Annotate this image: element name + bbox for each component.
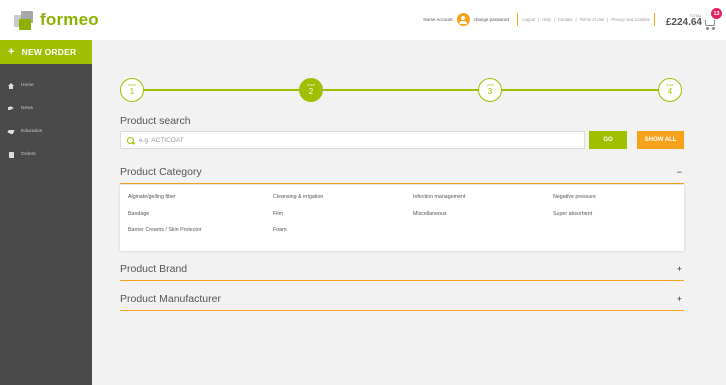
steps-connector — [132, 89, 672, 91]
link-separator: | — [553, 17, 556, 22]
order-steps: STEP 1 STEP 2 STEP 3 STEP 4 — [120, 78, 684, 102]
category-item[interactable]: Cleansing & irrigation — [273, 194, 413, 211]
step-number: 3 — [487, 87, 493, 96]
user-avatar-icon[interactable] — [456, 13, 470, 26]
cart-icon[interactable] — [703, 18, 717, 30]
contact-link[interactable]: Contact — [558, 17, 572, 22]
sidebar-item-home[interactable]: Home — [0, 74, 92, 97]
search-icon — [127, 136, 134, 144]
sidebar-item-label: Education — [21, 129, 43, 134]
link-separator: | — [575, 17, 577, 22]
home-icon — [8, 82, 14, 89]
sidebar-item-label: News — [21, 106, 33, 111]
divider — [654, 13, 655, 26]
category-item[interactable]: Barrier Creams / Skin Protector — [128, 227, 273, 244]
plus-icon: + — [8, 46, 15, 58]
sidebar-item-label: Orders — [21, 152, 36, 157]
search-box[interactable] — [120, 131, 585, 149]
section-title: Product Category — [120, 165, 202, 178]
logo-text: formeo — [40, 10, 99, 29]
category-item[interactable]: Film — [273, 211, 413, 228]
category-item[interactable]: Alginate/gelling fiber — [128, 194, 273, 211]
cart-count-badge: 13 — [711, 8, 722, 19]
divider — [516, 13, 518, 26]
logo-mark-icon — [14, 9, 36, 31]
new-order-label: NEW ORDER — [21, 47, 77, 57]
section-title: Product Manufacturer — [120, 292, 221, 305]
clipboard-icon — [8, 151, 14, 158]
go-button[interactable]: GO — [589, 131, 627, 149]
product-search-title: Product search — [120, 115, 191, 127]
expand-icon[interactable]: + — [677, 264, 682, 274]
product-category-header[interactable]: Product Category − — [120, 160, 684, 184]
link-separator: | — [607, 17, 609, 22]
sidebar-item-orders[interactable]: Orders — [0, 143, 92, 166]
help-link[interactable]: Help — [542, 17, 551, 22]
top-header: formeo Nurse Account change password Log… — [0, 0, 726, 40]
category-item[interactable]: Negative pressure — [553, 194, 683, 211]
link-separator: | — [538, 17, 540, 22]
total-value: £224.64 — [665, 17, 702, 28]
sidebar-item-label: Home — [21, 83, 34, 88]
megaphone-icon — [8, 106, 14, 112]
category-item[interactable]: Miscellaneous — [413, 211, 553, 228]
search-input[interactable] — [139, 136, 559, 144]
step-2[interactable]: STEP 2 — [299, 78, 323, 102]
graduation-cap-icon — [8, 129, 14, 135]
step-1[interactable]: STEP 1 — [120, 78, 144, 102]
header-links: Logout | Help | Contact | Terms of Use |… — [521, 17, 651, 22]
category-panel: Alginate/gelling fiber Cleansing & irrig… — [120, 185, 684, 251]
step-number: 1 — [129, 87, 135, 96]
step-4[interactable]: STEP 4 — [658, 78, 682, 102]
formeo-logo[interactable]: formeo — [14, 9, 99, 31]
account-area: Nurse Account change password Logout | H… — [423, 13, 658, 26]
main-content: STEP 1 STEP 2 STEP 3 STEP 4 Product sear… — [92, 40, 726, 385]
step-3[interactable]: STEP 3 — [478, 78, 502, 102]
product-brand-header[interactable]: Product Brand + — [120, 257, 684, 281]
step-number: 2 — [308, 87, 314, 96]
order-total: TOTAL £224.64 — [666, 14, 702, 28]
sidebar-item-news[interactable]: News — [0, 97, 92, 120]
sidebar-item-education[interactable]: Education — [0, 120, 92, 143]
privacy-cookies-link[interactable]: Privacy and Cookies — [611, 17, 649, 22]
sidebar: + NEW ORDER Home News Education Orders — [0, 40, 92, 385]
account-name[interactable]: Nurse Account — [423, 17, 452, 22]
category-item[interactable]: Super absorbent — [553, 211, 683, 228]
expand-icon[interactable]: + — [677, 294, 682, 304]
show-all-button[interactable]: SHOW ALL — [637, 131, 684, 149]
step-number: 4 — [667, 87, 673, 96]
product-manufacturer-header[interactable]: Product Manufacturer + — [120, 287, 684, 311]
category-item[interactable]: Infection management — [413, 194, 553, 211]
new-order-button[interactable]: + NEW ORDER — [0, 40, 92, 64]
category-item[interactable]: Foam — [273, 227, 413, 244]
category-item[interactable]: Bandage — [128, 211, 273, 228]
terms-of-use-link[interactable]: Terms of Use — [580, 17, 605, 22]
logout-link[interactable]: Logout — [522, 17, 535, 22]
section-title: Product Brand — [120, 262, 188, 275]
collapse-icon[interactable]: − — [677, 167, 682, 177]
change-password-link[interactable]: change password — [474, 17, 509, 22]
category-list: Alginate/gelling fiber Cleansing & irrig… — [128, 194, 683, 244]
sidebar-nav: Home News Education Orders — [0, 74, 92, 166]
